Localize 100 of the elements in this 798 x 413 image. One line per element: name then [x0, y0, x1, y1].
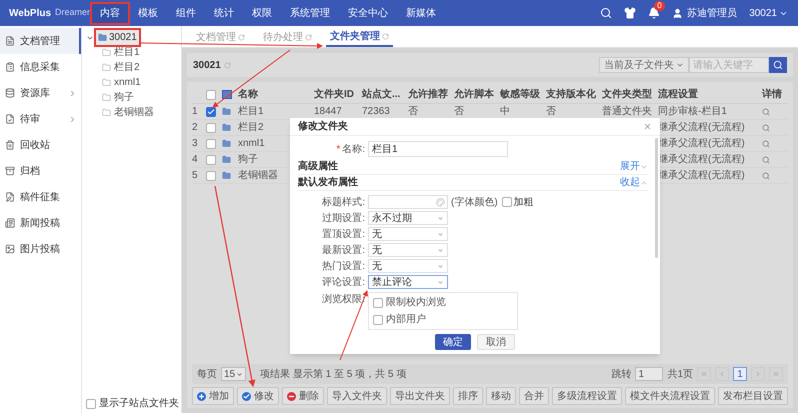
sidebar-item[interactable]: 新闻投稿 [0, 210, 81, 236]
nav-menu-item[interactable]: 系统管理 [282, 4, 338, 22]
column-header: 敏感等级 [500, 88, 541, 102]
jump-field[interactable]: 1 [635, 367, 664, 381]
close-icon[interactable] [643, 122, 652, 131]
name-field[interactable]: 栏目1 [368, 141, 508, 157]
action-button[interactable]: 模文件夹流程设置 [625, 387, 715, 405]
result-summary: 项结果 显示第 1 至 5 项，共 5 项 [260, 368, 406, 382]
action-button[interactable]: 移动 [486, 387, 516, 405]
section-title: 高级属性 [298, 159, 338, 174]
action-button[interactable]: 修改 [237, 387, 279, 405]
details-icon[interactable] [762, 124, 770, 132]
nav-menu-item[interactable]: 安全中心 [340, 4, 396, 22]
last-page-button[interactable] [769, 367, 783, 381]
action-button[interactable]: 导出文件夹 [390, 387, 450, 405]
action-button[interactable]: 增加 [192, 387, 234, 405]
row-checkbox[interactable] [206, 122, 216, 132]
prev-page-button[interactable] [715, 367, 729, 381]
action-button[interactable]: 发布栏目设置 [718, 387, 788, 405]
edit-icon [242, 392, 251, 400]
scope-select[interactable]: 当前及子文件夹 [599, 57, 689, 73]
tree-node[interactable]: 老铜锢器 [114, 105, 154, 120]
sidebar-item[interactable]: 归档 [0, 158, 81, 184]
sidebar-item[interactable]: 图片投稿 [0, 236, 81, 262]
row-checkbox[interactable] [206, 154, 216, 164]
checkbox-label: 加粗 [514, 196, 534, 210]
refresh-icon[interactable] [238, 34, 245, 40]
details-icon[interactable] [762, 108, 770, 116]
color-field[interactable] [368, 195, 448, 209]
bold-checkbox[interactable] [502, 197, 512, 207]
select-field[interactable]: 无 [368, 259, 448, 273]
sidebar-item[interactable]: 回收站 [0, 132, 81, 158]
folder-icon [222, 107, 231, 116]
caret-icon [437, 246, 444, 254]
nav-menu-item[interactable]: 权限 [244, 4, 280, 22]
row-checkbox[interactable] [206, 106, 216, 116]
checkbox[interactable] [86, 398, 96, 408]
section-toggle[interactable]: 收起 [620, 175, 648, 190]
table-cell-text: 狗子 [238, 153, 258, 167]
row-checkbox[interactable] [206, 138, 216, 148]
sidebar-item[interactable]: 文档管理 [0, 28, 81, 54]
tree-node[interactable]: 狗子 [114, 90, 134, 105]
sidebar-item[interactable]: 信息采集 [0, 54, 81, 80]
menu-item-icon [5, 36, 15, 46]
details-icon[interactable] [762, 172, 770, 180]
nav-menu-item[interactable]: 新媒体 [398, 4, 444, 22]
nav-menu-item[interactable]: 模板 [130, 4, 166, 22]
sidebar-item[interactable]: 资源库 [0, 80, 81, 106]
palette-icon[interactable] [436, 198, 445, 206]
action-button[interactable]: 排序 [453, 387, 483, 405]
current-page-button[interactable]: 1 [733, 367, 747, 381]
sidebar-item[interactable]: 稿件征集 [0, 184, 81, 210]
confirm-button[interactable]: 确定 [435, 334, 471, 350]
search-icon[interactable] [600, 7, 612, 19]
refresh-icon[interactable] [305, 34, 312, 40]
section-toggle[interactable]: 展开 [620, 159, 648, 174]
user-name[interactable]: 苏迪管理员 [687, 6, 738, 20]
tree-node[interactable]: 30021 [96, 30, 139, 45]
select-field[interactable]: 禁止评论 [368, 275, 448, 289]
search-field[interactable]: 请输入关键字 [689, 57, 769, 73]
details-icon[interactable] [762, 140, 770, 148]
action-button[interactable]: 导入文件夹 [327, 387, 387, 405]
refresh-icon[interactable] [224, 62, 231, 68]
folder-icon [102, 93, 111, 102]
caret-icon [676, 61, 684, 69]
bell-icon[interactable] [648, 7, 660, 19]
next-page-button[interactable] [751, 367, 765, 381]
tree-node[interactable]: 栏目2 [114, 60, 140, 75]
first-page-button[interactable] [697, 367, 711, 381]
select-field[interactable]: 永不过期 [368, 211, 448, 225]
next-icon [754, 370, 762, 378]
table-cell-text: 72363 [362, 105, 391, 119]
row-checkbox[interactable] [206, 170, 216, 180]
checkbox[interactable] [373, 314, 383, 324]
menu-item-icon [5, 244, 15, 254]
table-cell-text: 否 [408, 105, 419, 119]
select-field[interactable]: 无 [368, 243, 448, 257]
details-icon[interactable] [762, 156, 770, 164]
row-number: 2 [192, 121, 199, 135]
nav-menu-item[interactable]: 组件 [168, 4, 204, 22]
tree-node[interactable]: 栏目1 [114, 45, 140, 60]
per-page-select[interactable]: 15 [221, 367, 246, 381]
field-label: 名称: [342, 142, 365, 156]
nav-menu-item[interactable]: 统计 [206, 4, 242, 22]
sidebar-item[interactable]: 待审 [0, 106, 81, 132]
checkbox[interactable] [373, 298, 383, 308]
action-button[interactable]: 删除 [282, 387, 324, 405]
menu-item-icon [5, 62, 15, 72]
action-button[interactable]: 合并 [519, 387, 549, 405]
brand-name: WebPlus [9, 6, 52, 20]
site-selector[interactable]: 30021 [749, 6, 788, 20]
tree-node[interactable]: xnml1 [114, 75, 141, 90]
select-field[interactable]: 无 [368, 227, 448, 241]
search-button[interactable] [769, 57, 787, 73]
nav-menu-item[interactable]: 内容 [92, 4, 128, 22]
action-button[interactable]: 多级流程设置 [552, 387, 622, 405]
shirt-icon[interactable] [624, 7, 636, 19]
cancel-button[interactable]: 取消 [477, 334, 515, 350]
refresh-icon[interactable] [382, 32, 389, 40]
select-all-checkbox[interactable] [206, 90, 216, 100]
